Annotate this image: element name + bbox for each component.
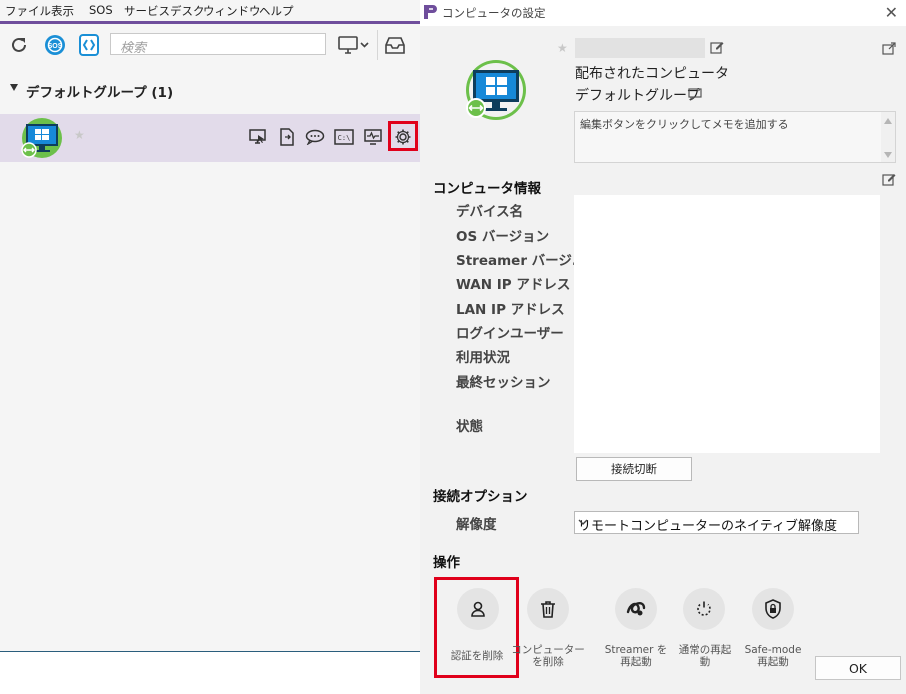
usage-label: 利用状況: [456, 350, 510, 366]
monitor-dropdown-icon[interactable]: [337, 32, 371, 58]
normal-restart-label-1: 通常の再起: [678, 644, 732, 656]
os-version-label: OS バージョン: [456, 229, 550, 245]
computer-avatar-icon: [20, 116, 64, 160]
scroll-up-icon[interactable]: [884, 118, 892, 124]
trash-icon: [527, 588, 569, 630]
last-session-label: 最終セッション: [456, 375, 551, 391]
operations-title: 操作: [433, 555, 460, 571]
search-placeholder: 検索: [120, 41, 147, 56]
toolbar: SOS 検索: [0, 24, 420, 66]
computer-settings-dialog: コンピュータの設定 ✕ ★ 配布されたコンピュータ デフォルトグループ 編集ボタ…: [420, 0, 906, 694]
svg-text:C:\: C:\: [338, 134, 351, 142]
sos-icon[interactable]: SOS: [42, 32, 68, 58]
menu-view[interactable]: 表示: [51, 3, 74, 19]
computer-name-field: [575, 38, 705, 58]
dialog-title: コンピュータの設定: [442, 6, 546, 20]
connection-options-title: 接続オプション: [433, 489, 528, 505]
highlight-frame: [388, 121, 418, 151]
restart-streamer-label-1: Streamer を: [604, 644, 668, 656]
shield-lock-icon: [752, 588, 794, 630]
streamer-version-label: Streamer バージ...: [456, 253, 588, 269]
dialog-titlebar: コンピュータの設定 ✕: [420, 0, 906, 26]
resolution-label: 解像度: [456, 517, 497, 533]
distributed-label: 配布されたコンピュータ: [575, 66, 729, 82]
menu-file[interactable]: ファイル: [5, 3, 51, 19]
menu-bar: ファイル 表示 SOS サービスデスク ウィンドウ ヘルプ: [0, 0, 420, 22]
app-logo-icon: [423, 4, 438, 24]
device-name-label: デバイス名: [456, 204, 524, 220]
login-user-label: ログインユーザー: [456, 326, 564, 342]
restart-streamer-label-2: 再起動: [620, 656, 652, 668]
computer-info-values: [574, 195, 880, 453]
main-window: ファイル 表示 SOS サービスデスク ウィンドウ ヘルプ SOS 検索 デフォ…: [0, 0, 420, 694]
computer-avatar-icon: [464, 58, 528, 122]
refresh-icon[interactable]: [6, 32, 32, 58]
status-label: 状態: [456, 419, 483, 435]
menu-service-desk[interactable]: サービスデスク: [124, 3, 205, 19]
resolution-select[interactable]: リモートコンピューターのネイティブ解像度: [574, 511, 859, 534]
chevron-down-icon: [578, 515, 852, 530]
highlight-frame: [434, 577, 519, 678]
remote-screen-icon[interactable]: [248, 127, 268, 147]
remote-app-icon[interactable]: [76, 32, 102, 58]
menu-help[interactable]: ヘルプ: [259, 3, 294, 19]
monitor-pulse-icon[interactable]: [363, 127, 383, 147]
safe-mode-label-1: Safe-mode: [744, 644, 802, 656]
status-area: [0, 652, 420, 694]
scroll-down-icon[interactable]: [884, 152, 892, 158]
toolbar-divider: [377, 30, 378, 60]
favorite-star-icon[interactable]: ★: [74, 128, 85, 142]
disconnect-button[interactable]: 接続切断: [576, 457, 692, 481]
ok-button[interactable]: OK: [815, 656, 901, 680]
group-label: デフォルトグループ (1): [26, 85, 174, 101]
memo-placeholder: 編集ボタンをクリックしてメモを追加する: [580, 118, 789, 131]
edit-info-icon[interactable]: [882, 172, 896, 190]
menu-window[interactable]: ウィンドウ: [203, 3, 261, 19]
computer-info-title: コンピュータ情報: [433, 181, 541, 197]
edit-name-icon[interactable]: [710, 40, 724, 58]
streamer-icon: [615, 588, 657, 630]
memo-textarea[interactable]: 編集ボタンをクリックしてメモを追加する: [574, 111, 896, 163]
file-transfer-icon[interactable]: [277, 127, 297, 147]
menu-sos[interactable]: SOS: [89, 3, 113, 17]
group-comment-icon[interactable]: [688, 88, 702, 104]
restart-icon: [683, 588, 725, 630]
memo-scrollbar[interactable]: [881, 112, 895, 162]
search-input[interactable]: 検索: [110, 33, 326, 56]
wan-ip-label: WAN IP アドレス: [456, 277, 571, 293]
lan-ip-label: LAN IP アドレス: [456, 302, 565, 318]
computer-row[interactable]: ★ C:\: [0, 114, 420, 162]
remove-computer-label-1: コンピューター: [511, 644, 585, 656]
group-name: デフォルトグループ: [575, 88, 701, 104]
normal-restart-label-2: 動: [699, 656, 711, 668]
popout-icon[interactable]: [882, 42, 896, 60]
remove-computer-label-2: を削除: [532, 656, 564, 668]
group-header[interactable]: デフォルトグループ (1): [0, 78, 420, 102]
favorite-star-icon[interactable]: ★: [557, 41, 568, 55]
chat-icon[interactable]: [305, 127, 325, 147]
svg-text:SOS: SOS: [48, 43, 63, 50]
inbox-icon[interactable]: [382, 32, 408, 58]
close-icon[interactable]: ✕: [885, 3, 898, 22]
collapse-triangle-icon[interactable]: [10, 84, 18, 91]
safe-mode-label-2: 再起動: [757, 656, 789, 668]
terminal-icon[interactable]: C:\: [334, 127, 354, 147]
